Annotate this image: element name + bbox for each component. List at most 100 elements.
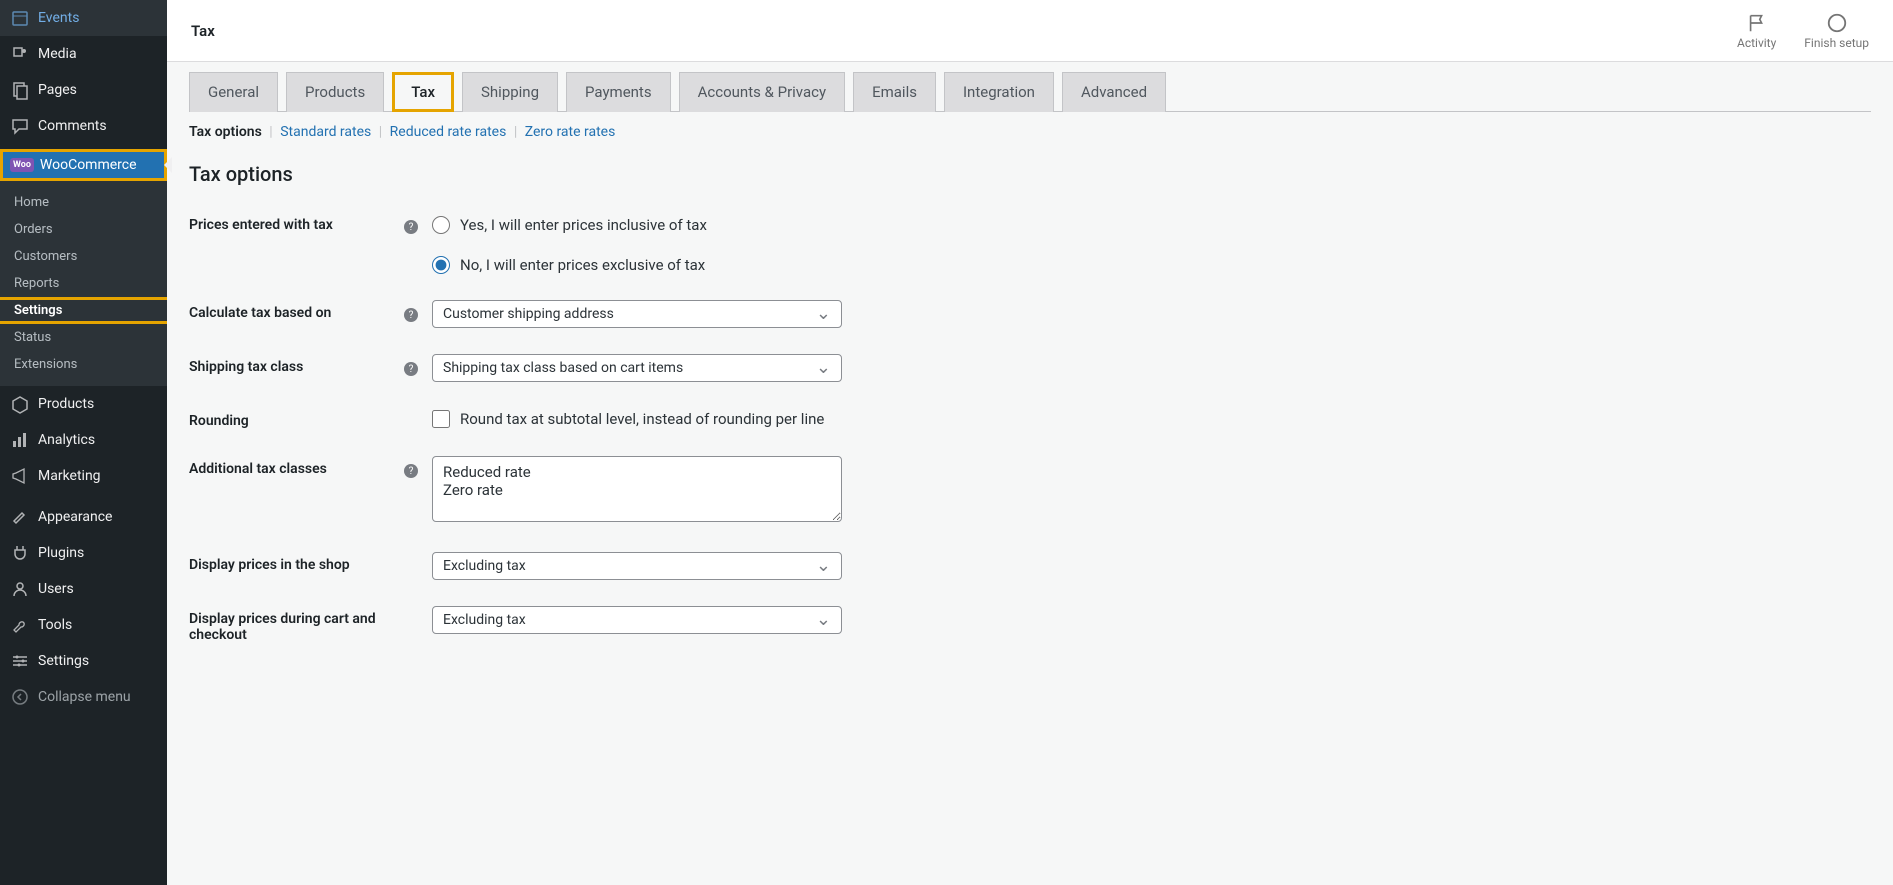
checkbox-label: Round tax at subtotal level, instead of … <box>460 410 824 428</box>
sidebar-item-plugins[interactable]: Plugins <box>0 535 167 571</box>
submenu-extensions[interactable]: Extensions <box>0 351 167 378</box>
collapse-icon <box>10 687 30 707</box>
select-display-cart[interactable]: Excluding tax <box>432 606 842 634</box>
sidebar-item-settings[interactable]: Settings <box>0 643 167 679</box>
sidebar-item-pages[interactable]: Pages <box>0 72 167 108</box>
select-shipping-class[interactable]: Shipping tax class based on cart items <box>432 354 842 382</box>
brush-icon <box>10 507 30 527</box>
menu-label: Marketing <box>38 468 101 484</box>
menu-label: Comments <box>38 118 107 134</box>
page-header: Tax Activity Finish setup <box>167 0 1893 62</box>
menu-label: Analytics <box>38 432 95 448</box>
woocommerce-submenu: Home Orders Customers Reports Settings S… <box>0 181 167 386</box>
select-value: Excluding tax <box>443 612 526 628</box>
sidebar-item-woocommerce[interactable]: Woo WooCommerce <box>0 149 167 181</box>
sidebar-item-marketing[interactable]: Marketing <box>0 458 167 494</box>
textarea-tax-classes[interactable] <box>432 456 842 522</box>
woo-icon: Woo <box>10 158 34 172</box>
tab-shipping[interactable]: Shipping <box>462 72 558 112</box>
label-prices-entered: Prices entered with tax <box>189 212 404 233</box>
tab-advanced[interactable]: Advanced <box>1062 72 1166 112</box>
tab-accounts[interactable]: Accounts & Privacy <box>679 72 845 112</box>
wrench-icon <box>10 615 30 635</box>
select-calculate-tax[interactable]: Customer shipping address <box>432 300 842 328</box>
settings-tabs: General Products Tax Shipping Payments A… <box>189 72 1871 112</box>
menu-label: Pages <box>38 82 77 98</box>
submenu-orders[interactable]: Orders <box>0 216 167 243</box>
sidebar-item-users[interactable]: Users <box>0 571 167 607</box>
subtab-tax-options[interactable]: Tax options <box>189 124 262 140</box>
header-action-label: Activity <box>1737 36 1776 50</box>
activity-button[interactable]: Activity <box>1737 12 1776 50</box>
radio-exclusive[interactable] <box>432 256 450 274</box>
help-icon[interactable]: ? <box>404 362 418 376</box>
sidebar-item-comments[interactable]: Comments <box>0 108 167 144</box>
radio-label: No, I will enter prices exclusive of tax <box>460 256 705 274</box>
analytics-icon <box>10 430 30 450</box>
help-icon[interactable]: ? <box>404 220 418 234</box>
sidebar-item-events[interactable]: Events <box>0 0 167 36</box>
menu-label: Media <box>38 46 77 62</box>
subtab-zero-rates[interactable]: Zero rate rates <box>525 124 616 140</box>
label-calculate-tax: Calculate tax based on <box>189 300 404 321</box>
sidebar-item-appearance[interactable]: Appearance <box>0 499 167 535</box>
menu-label: Plugins <box>38 545 84 561</box>
submenu-home[interactable]: Home <box>0 189 167 216</box>
sidebar-item-analytics[interactable]: Analytics <box>0 422 167 458</box>
tab-tax[interactable]: Tax <box>392 72 454 112</box>
finish-setup-button[interactable]: Finish setup <box>1804 12 1869 50</box>
select-value: Shipping tax class based on cart items <box>443 360 683 376</box>
menu-label: Events <box>38 10 79 26</box>
submenu-customers[interactable]: Customers <box>0 243 167 270</box>
help-icon[interactable]: ? <box>404 464 418 478</box>
label-display-cart: Display prices during cart and checkout <box>189 606 404 643</box>
admin-sidebar: Events Media Pages Comments Woo WooComme… <box>0 0 167 885</box>
page-title: Tax <box>191 22 215 40</box>
subtab-reduced-rates[interactable]: Reduced rate rates <box>390 124 507 140</box>
select-value: Excluding tax <box>443 558 526 574</box>
flag-icon <box>1746 12 1768 34</box>
submenu-settings[interactable]: Settings <box>0 297 170 324</box>
user-icon <box>10 579 30 599</box>
products-icon <box>10 394 30 414</box>
checkbox-rounding[interactable] <box>432 410 450 428</box>
tab-integration[interactable]: Integration <box>944 72 1054 112</box>
sidebar-collapse[interactable]: Collapse menu <box>0 679 167 715</box>
menu-label: Users <box>38 581 74 597</box>
select-value: Customer shipping address <box>443 306 614 322</box>
submenu-status[interactable]: Status <box>0 324 167 351</box>
sidebar-item-products[interactable]: Products <box>0 386 167 422</box>
media-icon <box>10 44 30 64</box>
menu-label: WooCommerce <box>40 157 137 173</box>
subtab-standard-rates[interactable]: Standard rates <box>280 124 371 140</box>
comment-icon <box>10 116 30 136</box>
label-rounding: Rounding <box>189 408 404 429</box>
menu-label: Appearance <box>38 509 112 525</box>
tab-products[interactable]: Products <box>286 72 384 112</box>
label-display-shop: Display prices in the shop <box>189 552 404 573</box>
help-icon[interactable]: ? <box>404 308 418 322</box>
pages-icon <box>10 80 30 100</box>
sidebar-item-tools[interactable]: Tools <box>0 607 167 643</box>
label-additional-classes: Additional tax classes <box>189 456 404 477</box>
submenu-reports[interactable]: Reports <box>0 270 167 297</box>
label-shipping-class: Shipping tax class <box>189 354 404 375</box>
menu-label: Settings <box>38 653 89 669</box>
plug-icon <box>10 543 30 563</box>
select-display-shop[interactable]: Excluding tax <box>432 552 842 580</box>
circle-icon <box>1826 12 1848 34</box>
tab-emails[interactable]: Emails <box>853 72 936 112</box>
tab-general[interactable]: General <box>189 72 278 112</box>
header-action-label: Finish setup <box>1804 36 1869 50</box>
tab-payments[interactable]: Payments <box>566 72 671 112</box>
menu-label: Collapse menu <box>38 689 131 705</box>
sidebar-item-media[interactable]: Media <box>0 36 167 72</box>
megaphone-icon <box>10 466 30 486</box>
menu-label: Products <box>38 396 94 412</box>
section-heading: Tax options <box>189 162 1871 186</box>
sliders-icon <box>10 651 30 671</box>
tax-subtabs: Tax options | Standard rates | Reduced r… <box>189 124 1871 140</box>
radio-label: Yes, I will enter prices inclusive of ta… <box>460 216 707 234</box>
radio-inclusive[interactable] <box>432 216 450 234</box>
calendar-icon <box>10 8 30 28</box>
